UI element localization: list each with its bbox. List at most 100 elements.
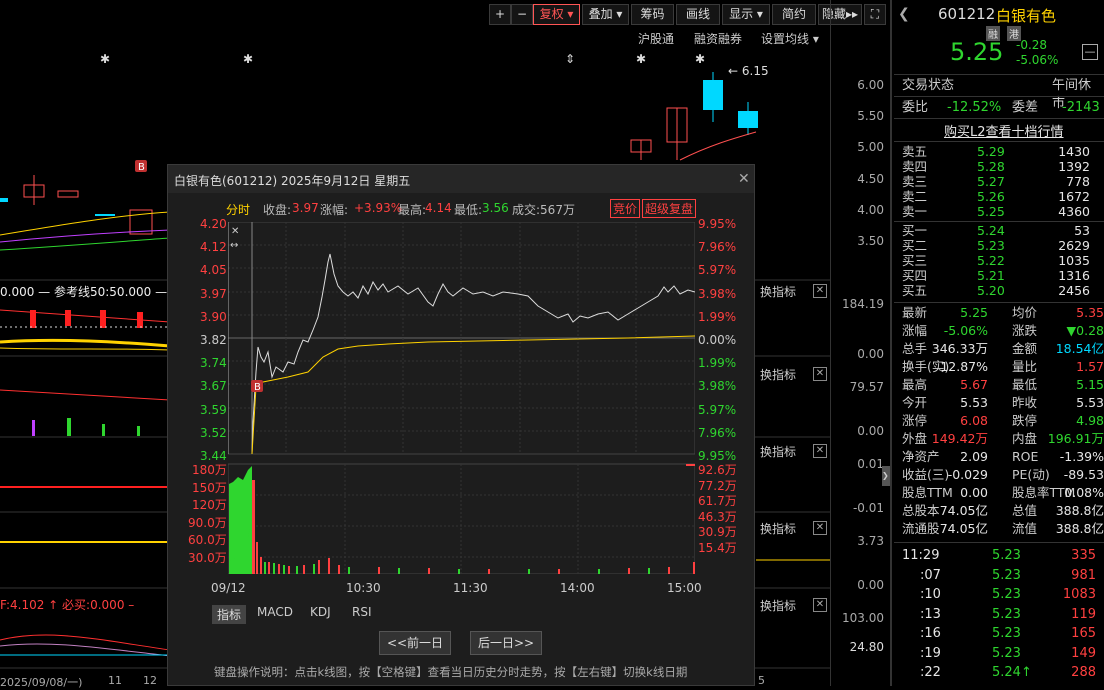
low-value: 3.56 [482,201,509,215]
tick-row[interactable]: 11:29 5.23 335 [902,547,1102,565]
trade-status-row: 交易状态 午间休市 [902,77,1102,111]
crosshair-x-icon[interactable]: ✕ [231,226,239,237]
tick-price: 5.23 [992,626,1021,641]
popup-title: 白银有色(601212) 2025年9月12日 星期五 [174,174,411,188]
tick-price: 5.23 [992,606,1021,622]
back-chevron-icon[interactable]: ❮ [898,6,910,22]
stat-value: 388.8亿 [1055,503,1104,518]
candle [703,80,723,110]
price-axis-label: 5.50 [857,109,884,123]
close-price-value: 3.97 [292,201,319,215]
volume-axis-label: 92.6万 [698,463,737,477]
intraday-chart-svg: B ✕ ↔ [228,222,695,574]
stat-label: 净资产 [902,449,940,464]
indicator-axis-label: 0.01 [857,457,884,471]
bid-volume: 2629 [1058,238,1090,253]
tick-row[interactable]: :22 5.24↑ 288 [902,664,1102,682]
collapse-icon[interactable]: — [1082,44,1098,60]
price-axis-label: 3.50 [857,234,884,248]
switch-indicator-button[interactable]: 换指标 [760,597,796,614]
indicator-axis-label: 3.73 [857,534,884,548]
l2-upgrade-link[interactable]: 购买L2查看十档行情 [944,121,1064,140]
stat-value: 0.00 [960,485,988,500]
tab-kdj[interactable]: KDJ [310,605,331,619]
stat-value: 5.67 [960,377,988,392]
ask-volume: 778 [1066,174,1090,189]
price-axis-label: 3.74 [200,356,227,371]
stat-row: 涨幅 -5.06% 涨跌 ▼0.28 [902,322,1104,340]
price-axis-label: 4.05 [200,263,227,278]
tick-row[interactable]: :16 5.23 165 [902,625,1102,643]
tab-rsi[interactable]: RSI [352,605,372,619]
stat-value: 2.09 [960,449,988,464]
stat-row: 净资产 2.09 ROE -1.39% [902,448,1104,466]
ask-row[interactable]: 卖二 5.26 1672 [902,189,1102,204]
bid-level-label: 买二 [902,238,928,253]
ask-row[interactable]: 卖三 5.27 778 [902,174,1102,189]
switch-indicator-button[interactable]: 换指标 [760,283,796,300]
keyboard-hint: 键盘操作说明：点击k线图，按【空格键】查看当日历史分时走势，按【左右键】切换k线… [214,665,688,679]
volume-axis-label: 180万 [192,463,227,477]
bid-row[interactable]: 买五 5.20 2456 [902,283,1102,298]
stat-row: 最高 5.67 最低 5.15 [902,376,1104,394]
intraday-popup[interactable]: 白银有色(601212) 2025年9月12日 星期五 ✕ 分时 收盘: 3.9… [167,164,755,686]
pct-axis-label: 9.95% [698,217,737,231]
bid-row[interactable]: 买三 5.22 1035 [902,253,1102,268]
weicha-value: -2143 [1062,100,1100,115]
ask-level-label: 卖三 [902,174,928,189]
bid-level-label: 买四 [902,268,928,283]
stat-label: ROE [1012,449,1039,464]
prev-day-button[interactable]: <<前一日 [379,631,451,655]
tick-price: 5.23 [992,645,1021,661]
close-icon[interactable]: ✕ [813,521,827,535]
price-axis-label: 3.59 [200,402,227,417]
stat-label: 涨停 [902,413,928,428]
candle [0,198,8,202]
resize-handle-icon[interactable]: ↔ [230,240,238,251]
super-review-button[interactable]: 超级复盘 [642,199,697,218]
close-icon[interactable]: ✕ [813,284,827,298]
tick-row[interactable]: :07 5.23 981 [902,567,1102,585]
date-axis-label: 11 [108,674,122,687]
last-price: 5.25 [950,38,1004,66]
tick-row[interactable]: :10 5.23 1083 [902,586,1102,604]
tick-volume: 149 [1071,645,1096,661]
ask-row[interactable]: 卖四 5.28 1392 [902,159,1102,174]
tab-macd[interactable]: MACD [257,605,293,619]
stat-row: 总手 346.33万 金额 18.54亿 [902,340,1104,358]
switch-indicator-button[interactable]: 换指标 [760,366,796,383]
volume-axis-label: 77.2万 [698,478,737,493]
close-icon[interactable]: ✕ [813,598,827,612]
tick-row[interactable]: :19 5.23 149 [902,645,1102,663]
ask-row[interactable]: 卖五 5.29 1430 [902,144,1102,159]
ask-volume: 1672 [1058,189,1090,204]
panel-toggle-handle[interactable]: ❯ [882,466,890,486]
tick-time: :16 [920,626,941,641]
switch-indicator-button[interactable]: 换指标 [760,520,796,537]
close-icon[interactable]: ✕ [813,444,827,458]
stat-label: 今开 [902,395,928,410]
close-icon[interactable]: ✕ [738,171,750,187]
stat-value: 388.8亿 [1055,521,1104,536]
tick-row[interactable]: :13 5.23 119 [902,606,1102,624]
tab-indicator[interactable]: 指标 [212,605,247,624]
indicator-axis-label: 79.57 [849,380,884,394]
indicator-axis-label: 0.00 [857,347,884,361]
switch-indicator-button[interactable]: 换指标 [760,443,796,460]
bid-row[interactable]: 买二 5.23 2629 [902,238,1102,253]
stat-label: 涨跌 [1012,323,1038,338]
bid-row[interactable]: 买一 5.24 53 [902,223,1102,238]
time-axis-label: 14:00 [560,581,595,595]
bid-row[interactable]: 买四 5.21 1316 [902,268,1102,283]
jingjia-button[interactable]: 竞价 [610,199,641,218]
stat-value: 4.98 [1076,413,1104,428]
next-day-button[interactable]: 后一日>> [470,631,542,655]
stat-row: 今开 5.53 昨收 5.53 [902,394,1104,412]
ask-row[interactable]: 卖一 5.25 4360 [902,204,1102,219]
tick-volume: 165 [1071,626,1096,641]
close-price-label: 收盘: [263,203,292,217]
close-icon[interactable]: ✕ [813,367,827,381]
stat-row: 外盘 149.42万 内盘 196.91万 [902,430,1104,448]
indicator-axis-label: 103.00 [842,611,884,625]
buy-signal-label: B [138,162,145,173]
